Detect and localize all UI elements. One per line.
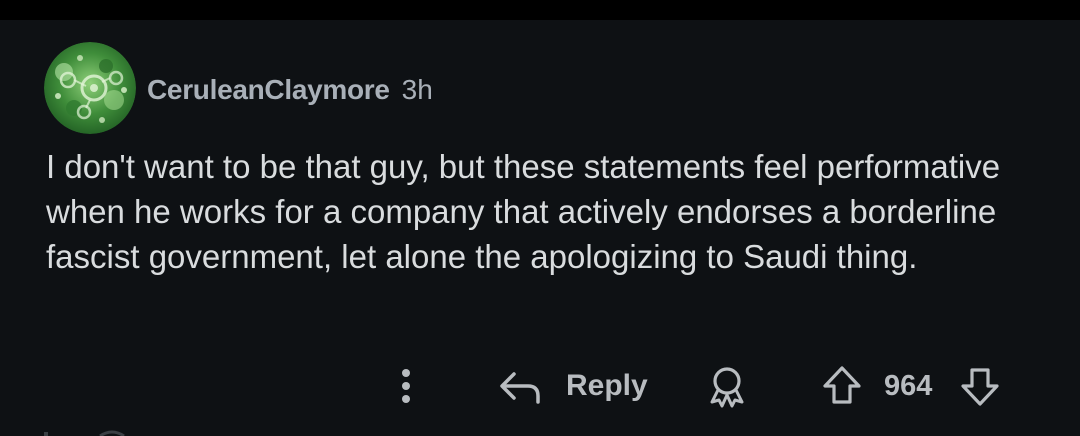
comment-body: I don't want to be that guy, but these s… bbox=[46, 148, 1001, 275]
downvote-arrow-icon bbox=[961, 368, 999, 406]
comment: CeruleanClaymore 3h I don't want to be t… bbox=[0, 20, 1080, 436]
upvote-button[interactable] bbox=[820, 364, 864, 408]
more-vertical-icon bbox=[402, 369, 410, 403]
comment-actions: Reply 964 bbox=[0, 364, 1080, 408]
avatar[interactable] bbox=[44, 42, 136, 134]
award-button[interactable] bbox=[707, 364, 747, 408]
vote-score: 964 bbox=[884, 369, 933, 402]
comment-meta: CeruleanClaymore 3h bbox=[147, 72, 433, 108]
reply-label: Reply bbox=[566, 369, 648, 402]
reply-button[interactable]: Reply bbox=[498, 364, 648, 408]
status-bar-strip bbox=[0, 0, 1080, 20]
next-comment-edge bbox=[44, 430, 125, 436]
award-icon bbox=[710, 367, 744, 408]
downvote-button[interactable] bbox=[958, 364, 1002, 408]
more-options-button[interactable] bbox=[395, 364, 417, 408]
comment-age: 3h bbox=[401, 74, 433, 105]
reply-arrow-icon bbox=[500, 372, 540, 404]
username[interactable]: CeruleanClaymore bbox=[147, 74, 390, 106]
upvote-arrow-icon bbox=[823, 366, 861, 404]
